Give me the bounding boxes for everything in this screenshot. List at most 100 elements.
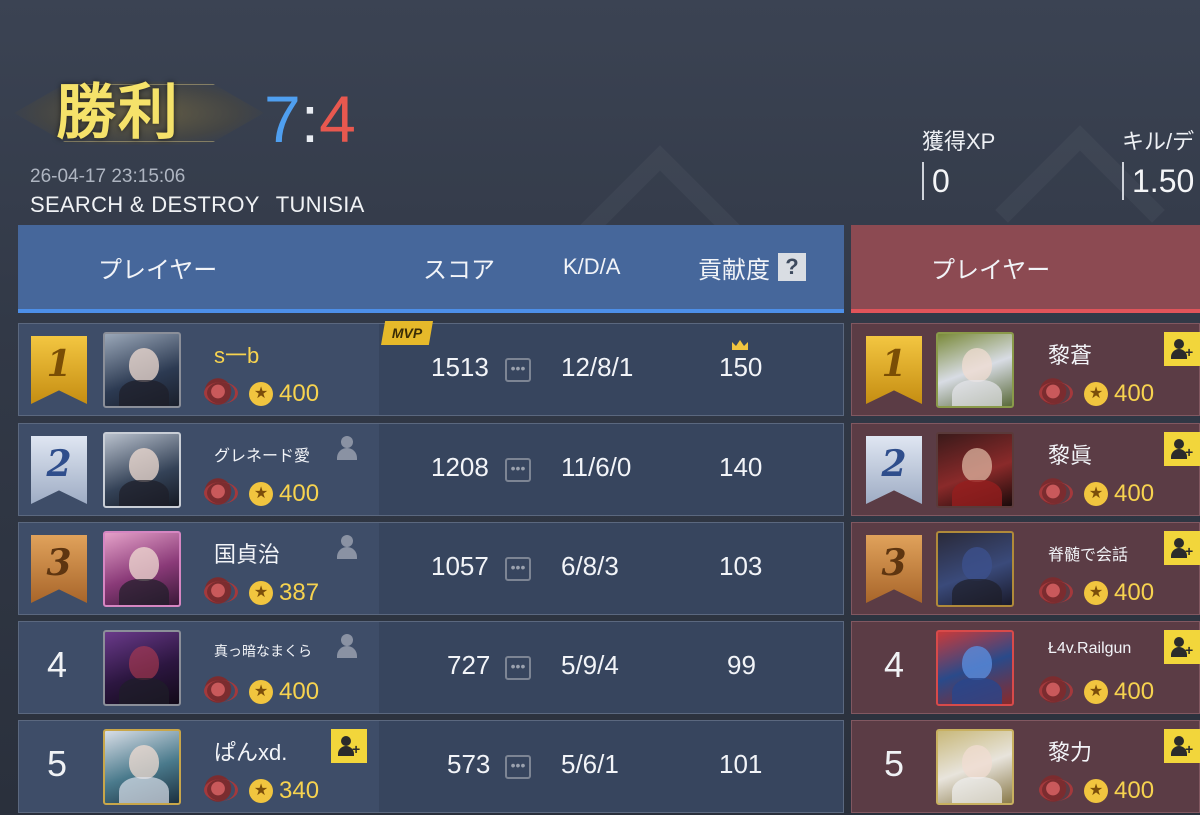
player-level: 400 [1114,579,1155,606]
avatar-body [952,678,1002,704]
column-player: プレイヤー [931,256,1051,284]
rank-emblem-icon [201,676,238,706]
crown-icon [732,340,748,350]
help-icon[interactable]: ? [778,253,806,281]
player-contribution: 150 [719,352,763,382]
player-score: 1513 [431,352,489,382]
map-name: TUNISIA [275,192,365,217]
player-name: グレネード愛 [214,448,311,465]
rank-number: 5 [884,743,905,784]
match-datetime: 26-04-17 23:15:06 [30,166,186,187]
column-contribution-label: 貢献度 [698,256,770,284]
player-avatar[interactable] [936,630,1014,706]
player-level: 400 [1114,380,1155,407]
blue-player-row[interactable]: 5 ぱんxd. + ★ 340 573 ••• 5/6/1 101 [18,720,844,813]
level-star-icon: ★ [249,382,273,406]
level-star-icon: ★ [1084,581,1108,605]
avatar-body [119,480,169,506]
rank-emblem-icon [1036,378,1073,408]
player-level: 387 [279,579,320,606]
xp-value: 0 [922,162,995,200]
player-name: 黎眞 [1048,443,1093,468]
rank-emblem-icon [1036,478,1073,508]
rank-emblem-icon [1036,775,1073,805]
red-player-row[interactable]: 3 脊髄で会話 + ★ 400 [851,522,1200,615]
player-level: 400 [1114,480,1155,507]
level-star-icon: ★ [249,482,273,506]
rank-emblem-icon [201,478,238,508]
player-kda: 5/6/1 [561,749,619,779]
add-friend-button[interactable]: + [1164,432,1200,466]
player-name: 黎蒼 [1048,343,1093,368]
xp-stat: 獲得XP 0 [922,124,995,200]
player-avatar[interactable] [103,332,181,408]
player-avatar[interactable] [103,630,181,706]
blue-player-row[interactable]: 2 グレネード愛 ★ 400 1208 ••• 11/6/0 140 [18,423,844,516]
blue-player-row[interactable]: 1 s一b ★ 400 MVP 1513 ••• 12/8/1 150 [18,321,844,416]
red-player-row[interactable]: 1 黎蒼 + ★ 400 [851,323,1200,416]
red-team-score: 4 [319,82,356,156]
red-player-row[interactable]: 5 黎力 + ★ 400 [851,720,1200,813]
avatar-face [129,547,159,581]
avatar-face [962,348,992,382]
rank-number: 5 [47,743,68,784]
message-icon[interactable]: ••• [505,458,531,482]
avatar-face [129,745,159,779]
player-score: 1057 [431,551,489,581]
player-contribution: 103 [719,551,763,581]
player-avatar[interactable] [103,531,181,607]
message-icon[interactable]: ••• [505,557,531,581]
add-friend-button[interactable]: + [1164,630,1200,664]
avatar-body [119,777,169,803]
player-avatar[interactable] [936,332,1014,408]
column-score: スコア [423,256,495,284]
player-kda: 11/6/0 [561,452,632,482]
kd-label: キル/デ [1122,129,1195,154]
player-level: 400 [1114,777,1155,804]
rank-emblem-icon [201,577,238,607]
blue-player-row[interactable]: 4 真っ暗なまくら ★ 400 727 ••• 5/9/4 99 [18,621,844,714]
friend-icon [331,436,361,462]
player-avatar[interactable] [936,432,1014,508]
player-avatar[interactable] [936,531,1014,607]
friend-icon [331,535,361,561]
add-friend-button[interactable]: + [1164,531,1200,565]
final-score: 7:4 [264,84,356,154]
blue-player-row[interactable]: 3 国貞治 ★ 387 1057 ••• 6/8/3 103 [18,522,844,615]
player-level: 400 [279,380,320,407]
player-name: 国貞治 [214,542,281,567]
red-team-header: プレイヤー [851,225,1200,313]
red-player-row[interactable]: 4 Ł4v.Railgun + ★ 400 [851,621,1200,714]
xp-label: 獲得XP [922,129,996,154]
player-name: ぱんxd. [214,740,288,765]
player-name: 真っ暗なまくら [214,643,312,659]
add-friend-button[interactable]: + [1164,332,1200,366]
avatar-body [952,777,1002,803]
rank-emblem-icon [201,775,238,805]
rank-badge-silver: 2 [866,436,922,504]
rank-badge-bronze: 3 [866,535,922,603]
red-player-row[interactable]: 2 黎眞 + ★ 400 [851,423,1200,516]
avatar-body [119,579,169,605]
player-name: Ł4v.Railgun [1048,640,1132,657]
avatar-body [119,678,169,704]
level-star-icon: ★ [1084,482,1108,506]
add-friend-button[interactable]: + [1164,729,1200,763]
rank-number: 4 [47,644,68,685]
player-contribution: 99 [727,650,756,680]
message-icon[interactable]: ••• [505,358,531,382]
player-avatar[interactable] [103,432,181,508]
message-icon[interactable]: ••• [505,755,531,779]
avatar-face [129,348,159,382]
player-avatar[interactable] [103,729,181,805]
player-level: 400 [1114,678,1155,705]
player-contribution: 140 [719,452,763,482]
player-kda: 5/9/4 [561,650,619,680]
player-avatar[interactable] [936,729,1014,805]
level-star-icon: ★ [1084,779,1108,803]
player-kda: 12/8/1 [561,352,634,382]
player-score: 573 [447,749,491,779]
message-icon[interactable]: ••• [505,656,531,680]
rank-emblem-icon [1036,676,1073,706]
add-friend-button[interactable]: + [331,729,367,763]
